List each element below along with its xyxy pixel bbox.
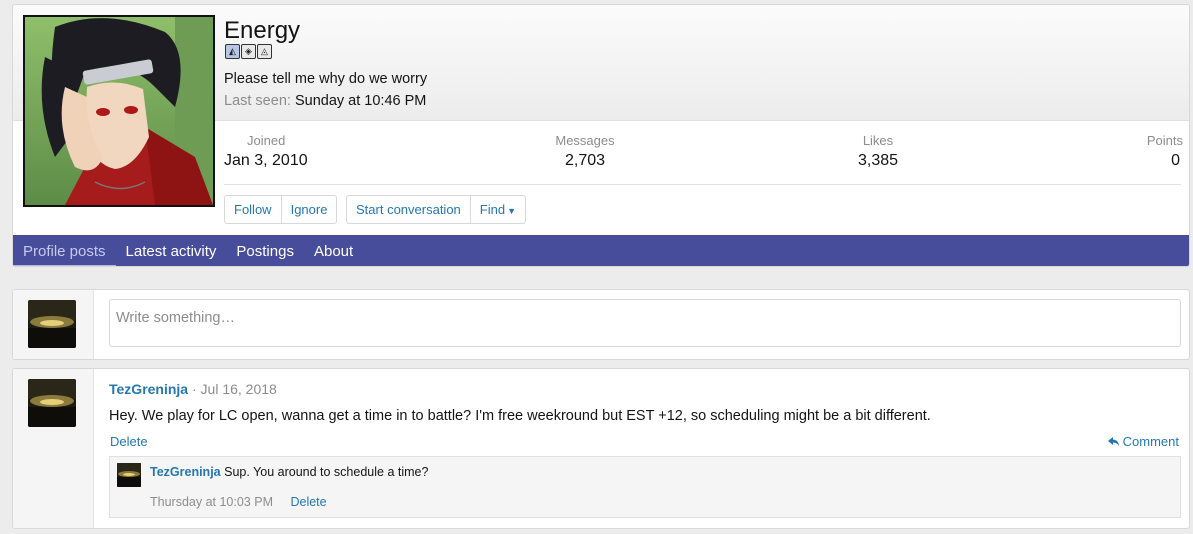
stat-points[interactable]: Points 0: [1133, 133, 1183, 170]
last-seen-value: Sunday at 10:46 PM: [294, 93, 427, 109]
stat-joined-label: Joined: [247, 133, 286, 148]
avatar-image: [25, 17, 213, 205]
profile-tabs: Profile posts Latest activity Postings A…: [13, 235, 1189, 266]
chevron-down-icon: ▼: [507, 206, 516, 216]
post-delete-link[interactable]: Delete: [110, 434, 148, 449]
comment-author-link[interactable]: TezGreninja: [150, 465, 221, 479]
reply-icon: [1107, 436, 1119, 446]
stats-divider: [224, 184, 1181, 185]
stat-messages-label: Messages: [555, 133, 615, 148]
stat-points-label: Points: [1146, 133, 1183, 148]
comment-body: Sup. You around to schedule a time?: [224, 465, 429, 479]
profile-username: Energy: [224, 17, 301, 44]
badge-icon-1: ◭: [225, 44, 240, 59]
post-comment-link[interactable]: Comment: [1107, 434, 1179, 449]
conversation-find-group: Start conversation Find ▼: [346, 195, 526, 224]
profile-card: Energy ◭ ◈ ◬ Please tell me why do we wo…: [12, 4, 1190, 267]
comment-author-avatar[interactable]: [117, 463, 141, 487]
start-conversation-button[interactable]: Start conversation: [347, 196, 470, 223]
post-separator: ·: [191, 381, 197, 397]
tab-profile-posts[interactable]: Profile posts: [13, 235, 116, 266]
tab-latest-activity[interactable]: Latest activity: [116, 235, 227, 266]
sunset-avatar-image: [117, 463, 141, 487]
comment-meta: Thursday at 10:03 PM Delete: [150, 495, 327, 509]
stat-likes-label: Likes: [862, 133, 894, 148]
avatar[interactable]: [28, 300, 76, 348]
post-header: TezGreninja · Jul 16, 2018: [109, 381, 277, 397]
stat-messages-value[interactable]: 2,703: [543, 152, 627, 170]
post-body: Hey. We play for LC open, wanna get a ti…: [109, 408, 931, 424]
last-seen-label: Last seen:: [224, 93, 291, 109]
ignore-button[interactable]: Ignore: [280, 196, 337, 223]
follow-button[interactable]: Follow: [225, 196, 281, 223]
badge-icon-3: ◬: [257, 44, 272, 59]
find-menu-button[interactable]: Find ▼: [469, 196, 525, 223]
post-comment: TezGreninja Sup. You around to schedule …: [109, 456, 1181, 518]
profile-post: TezGreninja · Jul 16, 2018 Hey. We play …: [12, 368, 1190, 529]
profile-post-composer: Write something…: [12, 289, 1190, 360]
badge-icon-2: ◈: [241, 44, 256, 59]
stat-likes-value: 3,385: [857, 152, 899, 169]
stat-messages[interactable]: Messages 2,703: [543, 133, 627, 170]
sunset-avatar-image: [28, 300, 76, 348]
find-label: Find: [479, 202, 506, 217]
comment-date[interactable]: Thursday at 10:03 PM: [150, 495, 273, 509]
follow-ignore-group: Follow Ignore: [224, 195, 338, 224]
stat-joined-value: Jan 3, 2010: [224, 152, 308, 169]
tab-postings[interactable]: Postings: [226, 235, 304, 266]
comment-text: TezGreninja Sup. You around to schedule …: [150, 465, 428, 479]
tab-about[interactable]: About: [304, 235, 363, 266]
sunset-avatar-image: [28, 379, 76, 427]
post-date[interactable]: Jul 16, 2018: [201, 381, 277, 397]
custom-title: Please tell me why do we worry: [224, 71, 428, 87]
stat-points-value[interactable]: 0: [1133, 152, 1183, 170]
stat-joined: Joined Jan 3, 2010: [224, 133, 308, 170]
last-seen: Last seen: Sunday at 10:46 PM: [224, 93, 426, 109]
post-author-avatar[interactable]: [28, 379, 76, 427]
stat-likes: Likes 3,385: [843, 133, 913, 170]
write-something-input[interactable]: Write something…: [109, 299, 1181, 347]
comment-delete-link[interactable]: Delete: [290, 495, 326, 509]
comment-label: Comment: [1122, 434, 1179, 449]
profile-avatar[interactable]: [23, 15, 215, 207]
user-badges: ◭ ◈ ◬: [225, 44, 272, 59]
post-author-link[interactable]: TezGreninja: [109, 381, 188, 397]
